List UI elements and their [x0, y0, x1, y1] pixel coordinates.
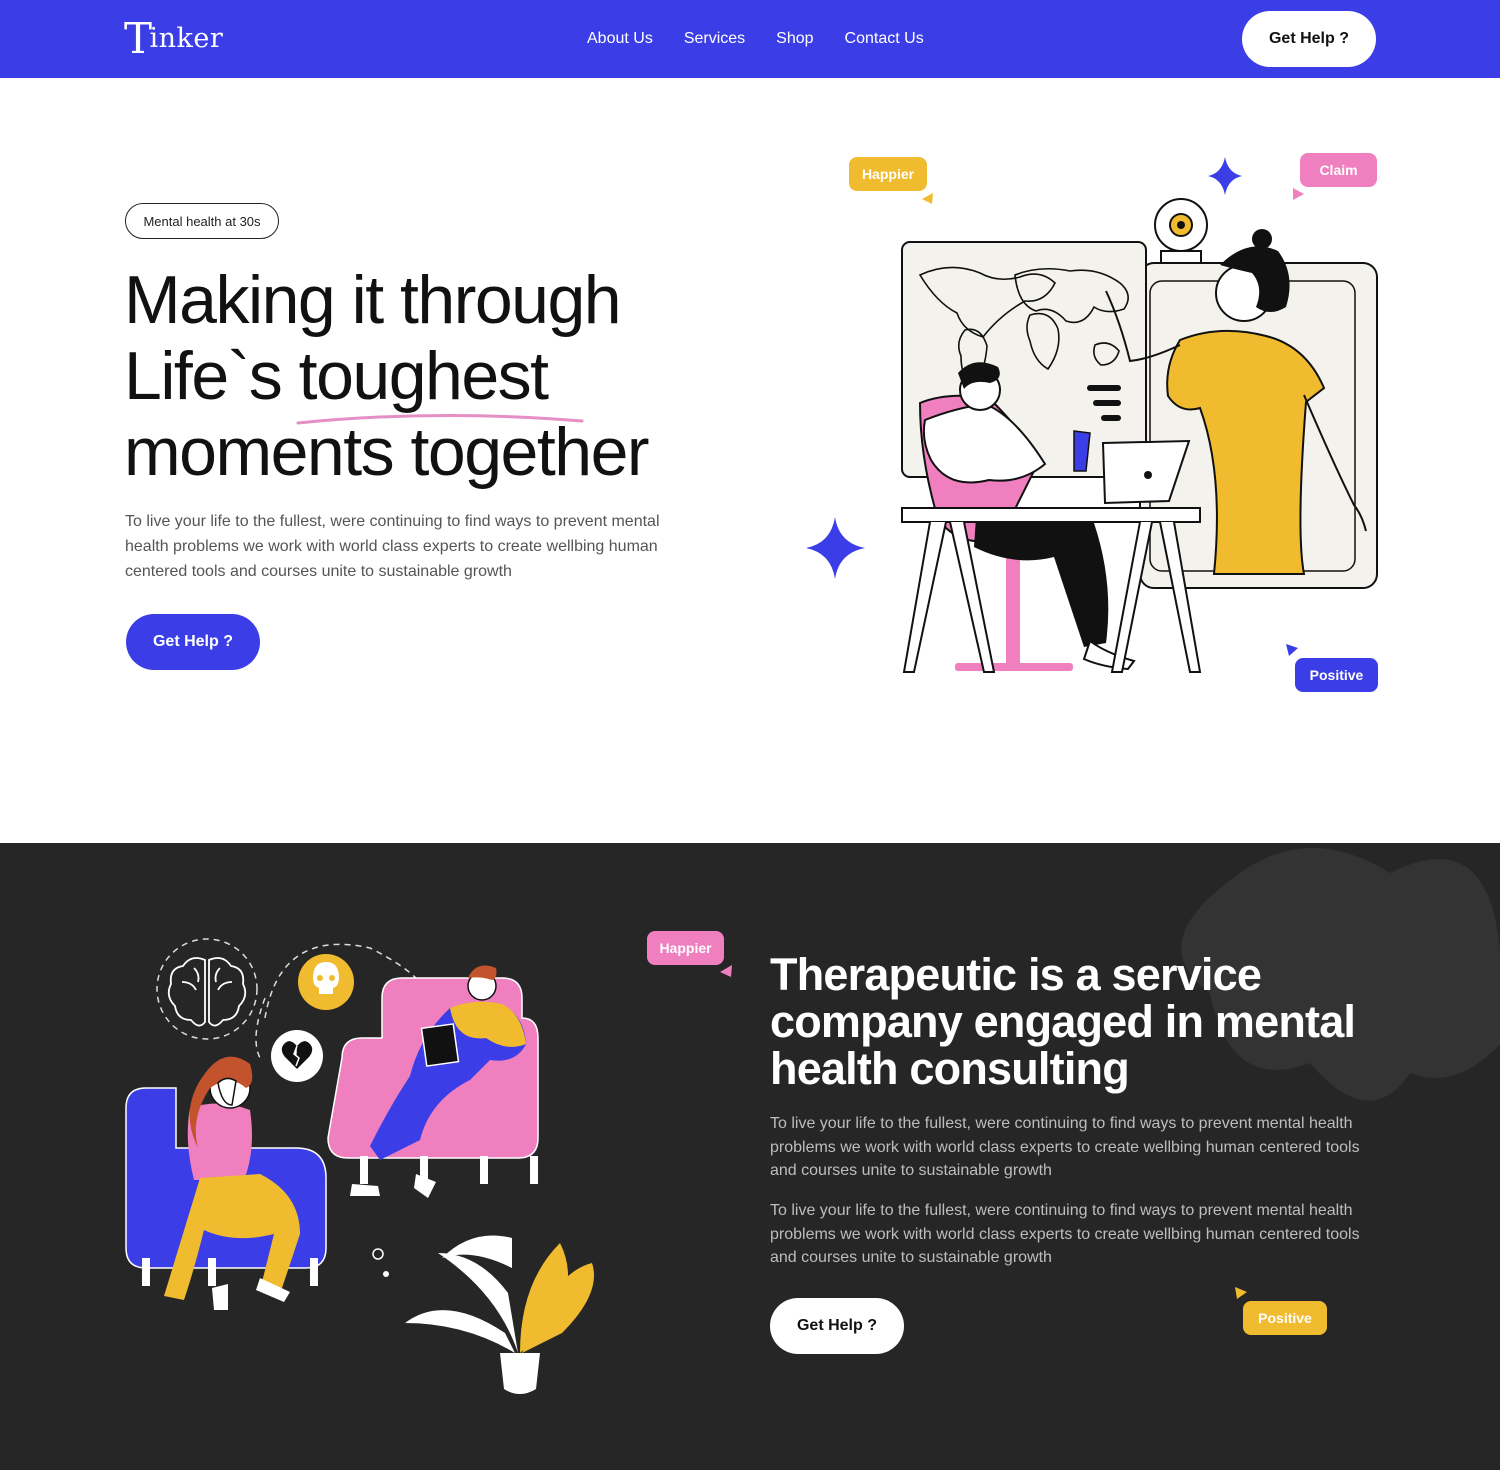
hero-title-line-2: Life`s toughest: [124, 338, 549, 414]
hero-title: Making it through Life`s toughest moment…: [124, 262, 764, 490]
tag-pointer-icon: [1235, 1287, 1247, 1299]
tag-positive: Positive: [1243, 1301, 1327, 1335]
sparkle-icon: [1208, 157, 1242, 195]
tag-pointer-icon: [720, 965, 732, 977]
tag-claim: Claim: [1300, 153, 1377, 187]
nav-links: About Us Services Shop Contact Us: [587, 30, 955, 48]
top-nav: Tinker About Us Services Shop Contact Us…: [0, 0, 1500, 78]
about-paragraph-1: To live your life to the fullest, were c…: [770, 1115, 1360, 1179]
hero-description: To live your life to the fullest, were c…: [125, 513, 660, 580]
hero-illustration: [806, 157, 1378, 673]
nav-link-about-us[interactable]: About Us: [587, 30, 653, 48]
tag-happier: Happier: [849, 157, 927, 191]
about-section: Happier Positive Therapeutic is a servic…: [0, 843, 1500, 1470]
tag-pointer-icon: [1293, 188, 1304, 200]
tag-positive: Positive: [1295, 658, 1378, 692]
hero-get-help-button[interactable]: Get Help ?: [126, 614, 260, 670]
nav-get-help-button[interactable]: Get Help ?: [1242, 11, 1376, 67]
tag-happier: Happier: [647, 931, 724, 965]
title-underline-decoration: [296, 413, 584, 425]
tinker-logo[interactable]: Tinker: [124, 14, 223, 60]
brain-icon: [167, 957, 247, 1027]
about-title-line-1: Therapeutic is a service: [770, 949, 1262, 1000]
hero-title-line-1: Making it through: [124, 262, 622, 338]
plant-icon: [500, 1353, 540, 1394]
about-title-line-3: health consulting: [770, 1043, 1130, 1094]
about-title: Therapeutic is a service company engaged…: [770, 951, 1410, 1092]
nav-link-shop[interactable]: Shop: [776, 30, 813, 48]
sparkle-icon: [806, 517, 865, 579]
hero-badge: Mental health at 30s: [125, 203, 279, 239]
about-paragraph-2: To live your life to the fullest, were c…: [770, 1202, 1360, 1266]
tag-pointer-icon: [1286, 644, 1298, 656]
nav-link-services[interactable]: Services: [684, 30, 745, 48]
tag-pointer-icon: [922, 193, 933, 204]
nav-link-contact-us[interactable]: Contact Us: [845, 30, 924, 48]
about-title-line-2: company engaged in mental: [770, 996, 1356, 1047]
therapy-illustration: [125, 938, 594, 1394]
about-get-help-button[interactable]: Get Help ?: [770, 1298, 904, 1354]
